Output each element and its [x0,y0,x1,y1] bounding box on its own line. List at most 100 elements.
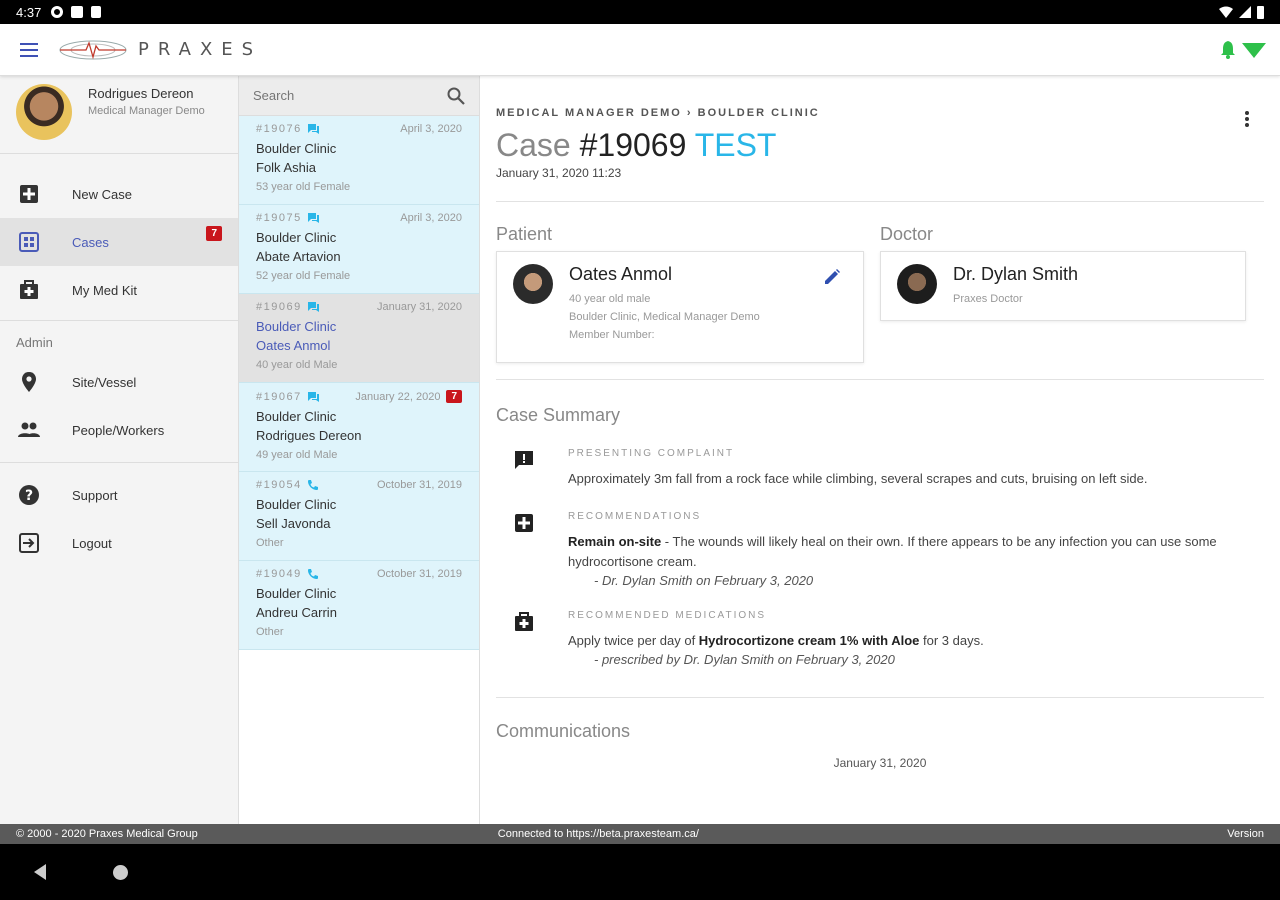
page-title: Case #19069 TEST [496,127,1264,164]
case-number: #19075 [256,212,302,224]
medication-attribution: - prescribed by Dr. Dylan Smith on Febru… [594,652,895,667]
version-link[interactable]: Version [1227,828,1264,840]
case-number: #19054 [256,479,302,491]
case-list-item[interactable]: #19067 January 22, 2020 7 Boulder Clinic Rod… [239,383,479,472]
back-icon[interactable] [34,864,46,880]
nav-site-vessel[interactable]: Site/Vessel [0,358,238,406]
nav-logout[interactable]: Logout [0,519,238,567]
edit-patient-button[interactable] [823,268,841,291]
nav-med-kit[interactable]: My Med Kit [0,266,238,314]
medication-name: Hydrocortizone cream 1% with Aloe [698,633,920,648]
more-options-button[interactable] [1244,110,1250,133]
nav-med-kit-label: My Med Kit [72,282,138,298]
copyright-text: © 2000 - 2020 Praxes Medical Group [16,828,198,840]
nav-people-workers[interactable]: People/Workers [0,406,238,454]
case-clinic: Boulder Clinic [256,497,337,512]
breadcrumb: MEDICAL MANAGER DEMO › BOULDER CLINIC [496,107,820,119]
case-date: October 31, 2019 [376,568,462,580]
chat-icon [307,124,319,134]
case-summary-heading: Case Summary [496,405,621,425]
case-description: 52 year old Female [256,270,351,282]
patient-card[interactable]: Oates Anmol 40 year old male Boulder Cli… [496,251,864,363]
svg-text:?: ? [25,488,33,504]
med-kit-icon [515,612,533,631]
med-kit-icon [20,280,38,299]
search-bar [239,76,479,116]
nav-cases[interactable]: Cases 7 [0,218,238,266]
recommendations-text: Remain on-site - The wounds will likely … [568,532,1228,572]
cases-icon [19,232,39,252]
home-icon[interactable] [113,865,128,880]
user-profile[interactable]: Rodrigues Dereon Medical Manager Demo [0,76,238,154]
patient-name: Oates Anmol [569,264,673,284]
search-input[interactable] [253,88,447,103]
people-icon [18,422,40,437]
case-date: January 22, 2020 [355,390,441,403]
nav-new-case-label: New Case [72,186,132,202]
communications-date: January 31, 2020 [833,756,927,770]
case-patient: Andreu Carrin [256,605,337,620]
doctor-name: Dr. Dylan Smith [953,264,1079,284]
recommendations-heading: RECOMMENDATIONS [568,511,702,522]
divider [496,697,1264,698]
connection-icon[interactable] [1242,41,1266,59]
case-patient: Sell Javonda [256,516,331,531]
app-bar: PRAXES [0,24,1280,76]
medications-heading: RECOMMENDED MEDICATIONS [568,610,767,621]
search-icon[interactable] [447,87,465,105]
nav-cases-label: Cases [72,234,109,250]
case-list-panel: #19076 April 3, 2020 Boulder Clinic Folk As… [239,76,480,824]
case-list-item[interactable]: #19075 April 3, 2020 Boulder Clinic Abate A… [239,205,479,294]
case-patient: Folk Ashia [256,160,316,175]
case-description: Other [256,626,284,638]
case-number: #19076 [256,123,302,135]
phone-icon [307,569,318,579]
medication-post: for 3 days. [919,633,984,648]
doctor-avatar [897,264,937,304]
system-navigation-bar [0,844,1280,900]
patient-section-label: Patient [496,224,553,244]
bell-icon[interactable] [1220,40,1236,59]
recommendation-bold: Remain on-site [568,534,662,549]
nav-site-vessel-label: Site/Vessel [72,374,137,390]
presenting-complaint: PRESENTING COMPLAINT Approximately 3m fa… [496,448,1264,489]
patient-member-number: Member Number: [569,329,655,341]
help-icon: ? [19,485,39,505]
case-list-item[interactable]: #19054 October 31, 2019 Boulder Clinic Sell… [239,472,479,561]
nav-support-label: Support [72,487,118,503]
nav-new-case[interactable]: New Case [0,170,238,218]
avatar [16,84,72,140]
status-time: 4:37 [16,4,42,20]
patient-avatar [513,264,553,304]
menu-button[interactable] [0,24,58,76]
recommendations: RECOMMENDATIONS Remain on-site - The wou… [496,511,1264,588]
case-number: #19069 [579,127,687,163]
logout-icon [19,533,39,553]
logo-text: PRAXES [138,39,263,60]
case-clinic: Boulder Clinic [256,409,337,424]
case-description: Other [256,537,284,549]
nav-support[interactable]: ? Support [0,471,238,519]
profile-name: Rodrigues Dereon [88,86,194,101]
case-list-item[interactable]: #19069 January 31, 2020 Boulder Clinic Oate… [239,294,479,383]
chat-icon [307,213,319,223]
case-clinic: Boulder Clinic [256,141,337,156]
chat-icon [307,391,319,402]
case-patient: Rodrigues Dereon [256,428,362,443]
case-date: October 31, 2019 [376,479,462,491]
unread-badge: 7 [446,390,462,403]
doctor-role: Praxes Doctor [953,293,1023,305]
case-clinic: Boulder Clinic [256,230,337,245]
clipboard-icon [91,6,102,18]
patient-org: Boulder Clinic, Medical Manager Demo [569,311,760,323]
chat-icon [307,302,319,312]
location-pin-icon [22,372,36,392]
wifi-icon [1219,6,1233,18]
doctor-card[interactable]: Dr. Dylan Smith Praxes Doctor [880,251,1246,321]
case-list-item[interactable]: #19049 October 31, 2019 Boulder Clinic Andr… [239,561,479,650]
hamburger-icon [20,42,38,57]
recommendation-attribution: - Dr. Dylan Smith on February 3, 2020 [594,573,814,588]
admin-section-label: Admin [16,335,53,350]
case-description: 49 year old Male [256,449,338,461]
case-list-item[interactable]: #19076 April 3, 2020 Boulder Clinic Folk As… [239,116,479,205]
